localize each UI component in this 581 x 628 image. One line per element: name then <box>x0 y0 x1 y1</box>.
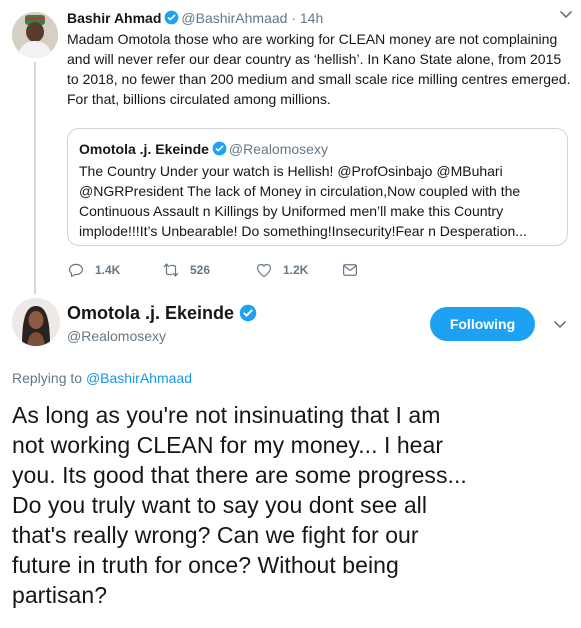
text-line: implode!!!It’s Unbearable! Do something!… <box>79 223 527 239</box>
parent-tweet-header: Bashir Ahmad @BashirAhmaad · 14h <box>67 8 572 28</box>
main-author-name[interactable]: Omotola .j. Ekeinde <box>67 303 234 323</box>
quoted-tweet-header: Omotola .j. Ekeinde @Realomosexy <box>79 139 556 159</box>
text-line: future in truth for once? Without being <box>12 552 399 578</box>
omotola-avatar[interactable] <box>12 298 60 346</box>
author-name[interactable]: Bashir Ahmad <box>67 10 161 26</box>
text-line: Continuous Assault n Killings by Uniform… <box>79 203 504 219</box>
text-line: The Country Under your watch is Hellish!… <box>79 163 503 179</box>
thread-connector <box>34 62 36 294</box>
text-line: to 2018, no fewer than 200 medium and sm… <box>67 71 571 87</box>
tweet-actions: 1.4K 526 1.2K <box>67 258 369 282</box>
retweet-count: 526 <box>190 263 211 277</box>
replying-prefix: Replying to <box>12 370 83 386</box>
verified-badge-icon <box>212 141 227 156</box>
parent-tweet-text: Madam Omotola those who are working for … <box>67 29 572 109</box>
text-line: that's really wrong? Can we fight for ou… <box>12 522 419 548</box>
text-line: Madam Omotola those who are working for … <box>67 31 558 47</box>
separator: · <box>291 10 296 26</box>
quoted-tweet-text: The Country Under your watch is Hellish!… <box>79 161 556 241</box>
like-icon <box>257 263 271 277</box>
text-line: As long as you're not insinuating that I… <box>12 402 441 428</box>
quoted-author-name: Omotola .j. Ekeinde <box>79 141 209 157</box>
text-line: @NGRPresident The lack of Money in circu… <box>79 183 521 199</box>
text-line: not working CLEAN for my money... I hear <box>12 432 444 458</box>
quoted-author-handle: @Realomosexy <box>228 141 328 157</box>
replying-to: Replying to @BashirAhmaad <box>12 370 192 386</box>
share-button[interactable] <box>341 261 369 279</box>
text-line: you. Its good that there are some progre… <box>12 462 467 488</box>
chevron-down-icon[interactable] <box>553 320 567 330</box>
text-line: Do you truly want to say you dont see al… <box>12 492 427 518</box>
share-icon <box>343 264 357 276</box>
main-tweet: Omotola .j. Ekeinde @Realomosexy Followi… <box>0 290 581 628</box>
following-button[interactable]: Following <box>430 307 535 341</box>
verified-badge-icon <box>165 10 179 25</box>
replying-to-link[interactable]: @BashirAhmaad <box>86 370 192 386</box>
reply-button[interactable]: 1.4K <box>67 261 162 279</box>
retweet-button[interactable]: 526 <box>162 261 255 279</box>
text-line: For that, billions circulated among mill… <box>67 91 331 107</box>
timestamp[interactable]: 14h <box>300 10 323 26</box>
reply-icon <box>69 263 83 277</box>
text-line: and will never refer our dear country as… <box>67 51 562 67</box>
quoted-tweet[interactable]: Omotola .j. Ekeinde @Realomosexy The Coun… <box>67 128 568 246</box>
reply-count: 1.4K <box>95 263 121 277</box>
bashir-avatar[interactable] <box>12 12 58 58</box>
retweet-icon <box>163 263 179 277</box>
like-button[interactable]: 1.2K <box>255 261 341 279</box>
verified-badge-icon <box>239 304 257 322</box>
parent-tweet[interactable]: Bashir Ahmad @BashirAhmaad · 14h Madam Om… <box>0 0 581 294</box>
main-author-name-row: Omotola .j. Ekeinde <box>67 302 259 324</box>
text-line: partisan? <box>12 582 108 608</box>
chevron-down-icon[interactable] <box>559 10 573 20</box>
main-tweet-text: As long as you're not insinuating that I… <box>12 400 572 610</box>
author-handle[interactable]: @BashirAhmaad <box>181 10 287 26</box>
like-count: 1.2K <box>283 263 309 277</box>
main-author-handle[interactable]: @Realomosexy <box>67 328 166 344</box>
